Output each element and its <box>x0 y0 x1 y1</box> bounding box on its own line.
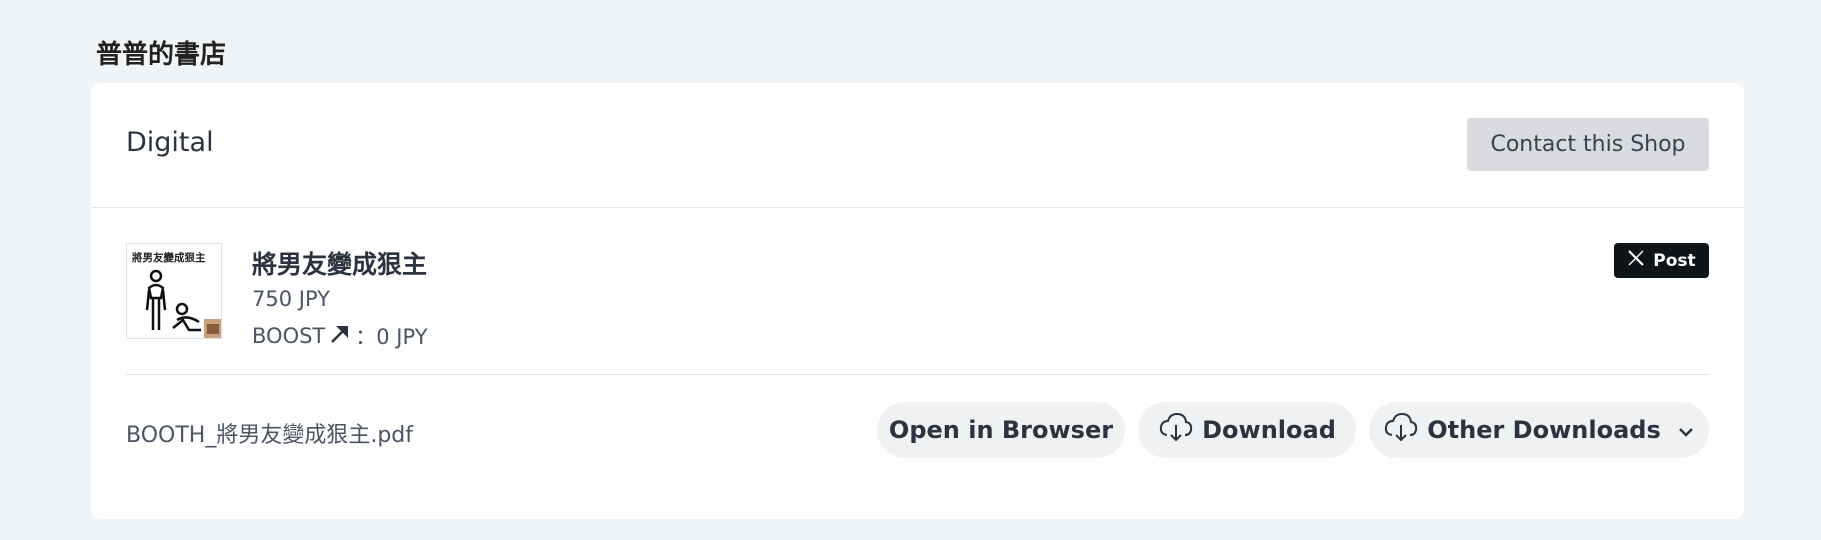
cloud-download-icon <box>1158 412 1194 448</box>
contact-shop-button[interactable]: Contact this Shop <box>1467 118 1709 171</box>
other-downloads-button[interactable]: Other Downloads <box>1369 402 1709 458</box>
category-label: Digital <box>126 127 214 158</box>
x-post-button[interactable]: Post <box>1614 243 1709 278</box>
file-name: BOOTH_將男友變成狠主.pdf <box>126 423 413 448</box>
order-card: Digital Contact this Shop 將男友變成狠主 將男友變成狠… <box>91 83 1744 519</box>
thumbnail-illustration <box>145 269 221 338</box>
divider <box>126 374 1709 375</box>
item-row: 將男友變成狠主 將男友變成狠主 750 JPY BOOST ：0 JPY Pos… <box>126 243 1709 349</box>
boost-value: ：0 JPY <box>355 325 428 349</box>
open-in-browser-button[interactable]: Open in Browser <box>877 402 1125 458</box>
boost-label: BOOST <box>252 324 326 348</box>
x-logo-icon <box>1627 249 1645 272</box>
item-thumbnail[interactable]: 將男友變成狠主 <box>126 243 222 339</box>
shop-name[interactable]: 普普的書店 <box>96 34 226 71</box>
item-title[interactable]: 將男友變成狠主 <box>252 245 427 281</box>
card-header: Digital Contact this Shop <box>91 83 1744 208</box>
arrow-up-right-icon <box>329 323 351 350</box>
open-in-browser-label: Open in Browser <box>888 416 1114 444</box>
chevron-down-icon <box>1677 416 1695 444</box>
cloud-download-icon <box>1383 412 1419 448</box>
download-button[interactable]: Download <box>1138 402 1356 458</box>
other-downloads-label: Other Downloads <box>1427 416 1661 444</box>
post-label: Post <box>1653 250 1696 271</box>
item-price: 750 JPY <box>252 287 330 311</box>
boost-info: BOOST ：0 JPY <box>252 321 428 351</box>
download-label: Download <box>1202 416 1336 444</box>
